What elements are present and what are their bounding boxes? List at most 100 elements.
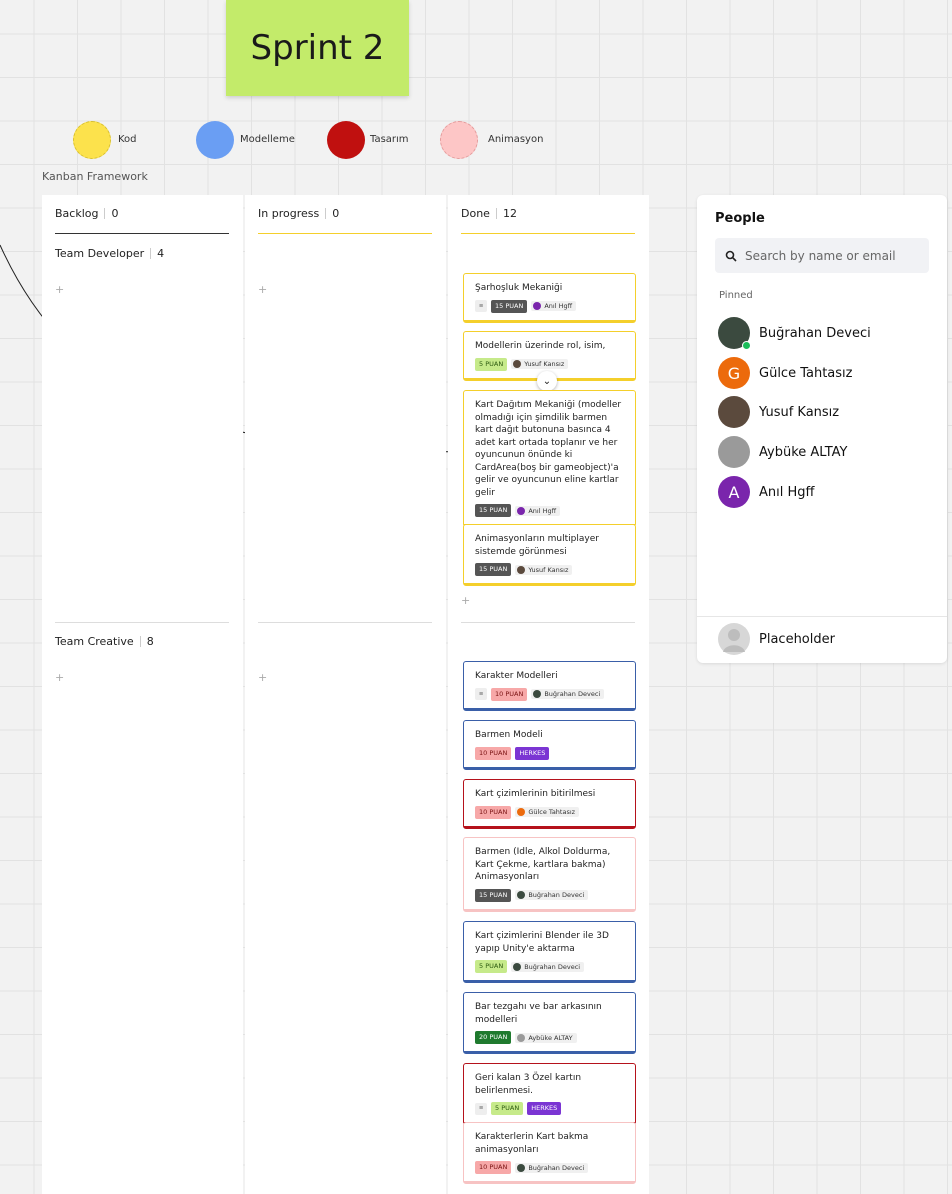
task-card[interactable]: Geri kalan 3 Özel kartın belirlenmesi. ≡… [463, 1063, 636, 1125]
add-card-button[interactable]: + [258, 671, 267, 684]
avatar [513, 360, 522, 368]
legend-label-animasyon: Animasyon [488, 134, 544, 145]
swimlane-count: 8 [146, 635, 154, 648]
card-title: Karakterlerin Kart bakma animasyonları [475, 1132, 589, 1155]
avatar [533, 302, 542, 310]
card-title: Şarhoşluk Mekaniği [475, 283, 563, 293]
assignee-chip[interactable]: Yusuf Kansız [511, 359, 569, 369]
legend-dot-modelleme[interactable] [196, 121, 234, 159]
task-card[interactable]: Karakterlerin Kart bakma animasyonları 1… [463, 1122, 636, 1184]
card-title: Bar tezgahı ve bar arkasının modelleri [475, 1002, 602, 1025]
assignee-name: Yusuf Kansız [528, 565, 569, 574]
points-tag[interactable]: 10 PUAN [475, 805, 512, 819]
online-indicator [742, 341, 751, 350]
herkes-tag[interactable]: HERKES [527, 1102, 562, 1115]
task-card[interactable]: Bar tezgahı ve bar arkasının modelleri 2… [463, 992, 636, 1054]
assignee-chip[interactable]: Buğrahan Deveci [511, 961, 585, 972]
add-card-button[interactable]: + [461, 594, 470, 607]
points-tag[interactable]: 5 PUAN [491, 1102, 524, 1115]
assignee-chip[interactable]: Anıl Hgff [515, 505, 561, 516]
user-silhouette-icon [723, 629, 745, 652]
column-header[interactable]: In progress 0 [258, 207, 339, 220]
add-card-button[interactable]: + [258, 283, 267, 296]
column-in-progress: In progress 0 + + [245, 195, 446, 1194]
expand-chevron-icon[interactable]: ⌄ [537, 371, 557, 391]
avatar [533, 690, 542, 698]
frame-title[interactable]: Kanban Framework [42, 170, 148, 183]
assignee-name: Yusuf Kansız [524, 360, 565, 368]
search-icon [725, 250, 737, 262]
person-row[interactable]: Buğrahan Deveci [718, 317, 871, 350]
column-count: 12 [502, 207, 517, 220]
assignee-chip[interactable]: Aybüke ALTAY [515, 1032, 577, 1043]
add-card-button[interactable]: + [55, 671, 64, 684]
points-tag[interactable]: 10 PUAN [475, 1161, 512, 1174]
legend-dot-tasarim[interactable] [327, 121, 365, 159]
assignee-chip[interactable]: Yusuf Kansız [515, 564, 573, 575]
assignee-chip[interactable]: Buğrahan Deveci [531, 689, 605, 699]
task-card[interactable]: Karakter Modelleri ≡ 10 PUAN Buğrahan De… [463, 661, 636, 711]
task-card[interactable]: Kart çizimlerini Blender ile 3D yapıp Un… [463, 921, 636, 983]
description-icon: ≡ [475, 300, 487, 312]
assignee-chip[interactable]: Buğrahan Deveci [515, 1162, 589, 1173]
card-title: Geri kalan 3 Özel kartın belirlenmesi. [475, 1073, 582, 1096]
card-title: Modellerin üzerinde rol, isim, [475, 341, 606, 351]
assignee-name: Aybüke ALTAY [528, 1033, 573, 1042]
legend-label-tasarim: Tasarım [370, 134, 409, 145]
swimlane-name: Team Creative [55, 635, 134, 648]
points-tag[interactable]: 15 PUAN [475, 563, 512, 576]
person-row[interactable]: Yusuf Kansız [718, 396, 839, 428]
task-card[interactable]: Kart çizimlerinin bitirilmesi 10 PUAN Gü… [463, 779, 636, 829]
avatar [718, 396, 750, 428]
points-tag[interactable]: 15 PUAN [491, 299, 528, 313]
task-card[interactable]: Şarhoşluk Mekaniği ≡ 15 PUAN Anıl Hgff [463, 273, 636, 323]
column-count: 0 [111, 207, 119, 220]
points-tag[interactable]: 20 PUAN [475, 1031, 512, 1044]
person-row[interactable]: Aybüke ALTAY [718, 436, 848, 468]
points-tag[interactable]: 10 PUAN [475, 746, 512, 760]
avatar: A [718, 476, 750, 508]
column-divider [55, 233, 229, 234]
column-done: Done 12 Şarhoşluk Mekaniği ≡ 15 PUAN Anıl… [448, 195, 649, 1194]
assignee-chip[interactable]: Buğrahan Deveci [515, 890, 589, 900]
assignee-name: Buğrahan Deveci [524, 962, 581, 971]
points-tag[interactable]: 15 PUAN [475, 888, 512, 902]
assignee-chip[interactable]: Gülce Tahtasız [515, 807, 580, 817]
placeholder-row[interactable]: Placeholder [718, 623, 835, 655]
points-tag[interactable]: 5 PUAN [475, 960, 508, 973]
swimlane-count: 4 [157, 247, 165, 260]
assignee-name: Buğrahan Deveci [544, 690, 601, 698]
legend-dot-animasyon[interactable] [440, 121, 478, 159]
person-row[interactable]: A Anıl Hgff [718, 476, 814, 508]
task-card[interactable]: Barmen (Idle, Alkol Doldurma, Kart Çekme… [463, 837, 636, 912]
sprint-sticky-note[interactable]: Sprint 2 [226, 0, 409, 96]
card-title: Kart çizimlerinin bitirilmesi [475, 789, 596, 799]
column-header[interactable]: Done 12 [461, 207, 517, 220]
legend-label-kod: Kod [118, 134, 137, 145]
swimlane-label-creative[interactable]: Team Creative 8 [55, 635, 154, 648]
points-tag[interactable]: 10 PUAN [491, 687, 528, 701]
person-row[interactable]: G Gülce Tahtasız [718, 357, 852, 389]
legend-dot-kod[interactable] [73, 121, 111, 159]
task-card[interactable]: Animasyonların multiplayer sistemde görü… [463, 524, 636, 586]
column-name: In progress [258, 207, 320, 220]
search-input[interactable] [745, 248, 925, 263]
card-title: Barmen Modeli [475, 730, 543, 740]
person-name: Aybüke ALTAY [759, 444, 848, 460]
avatar [517, 891, 526, 899]
points-tag[interactable]: 15 PUAN [475, 504, 512, 517]
assignee-chip[interactable]: Anıl Hgff [531, 301, 577, 311]
swimlane-divider [55, 622, 229, 623]
task-card[interactable]: Kart Dağıtım Mekaniği (modeller olmadığı… [463, 390, 636, 527]
column-header[interactable]: Backlog 0 [55, 207, 118, 220]
column-name: Done [461, 207, 490, 220]
add-card-button[interactable]: + [55, 283, 64, 296]
points-tag[interactable]: 5 PUAN [475, 357, 508, 371]
herkes-tag[interactable]: HERKES [515, 746, 550, 760]
person-name: Anıl Hgff [759, 484, 815, 500]
avatar [517, 506, 526, 515]
people-search[interactable] [715, 238, 929, 273]
column-count: 0 [332, 207, 340, 220]
swimlane-label-developer[interactable]: Team Developer 4 [55, 247, 164, 260]
task-card[interactable]: Barmen Modeli 10 PUAN HERKES [463, 720, 636, 770]
